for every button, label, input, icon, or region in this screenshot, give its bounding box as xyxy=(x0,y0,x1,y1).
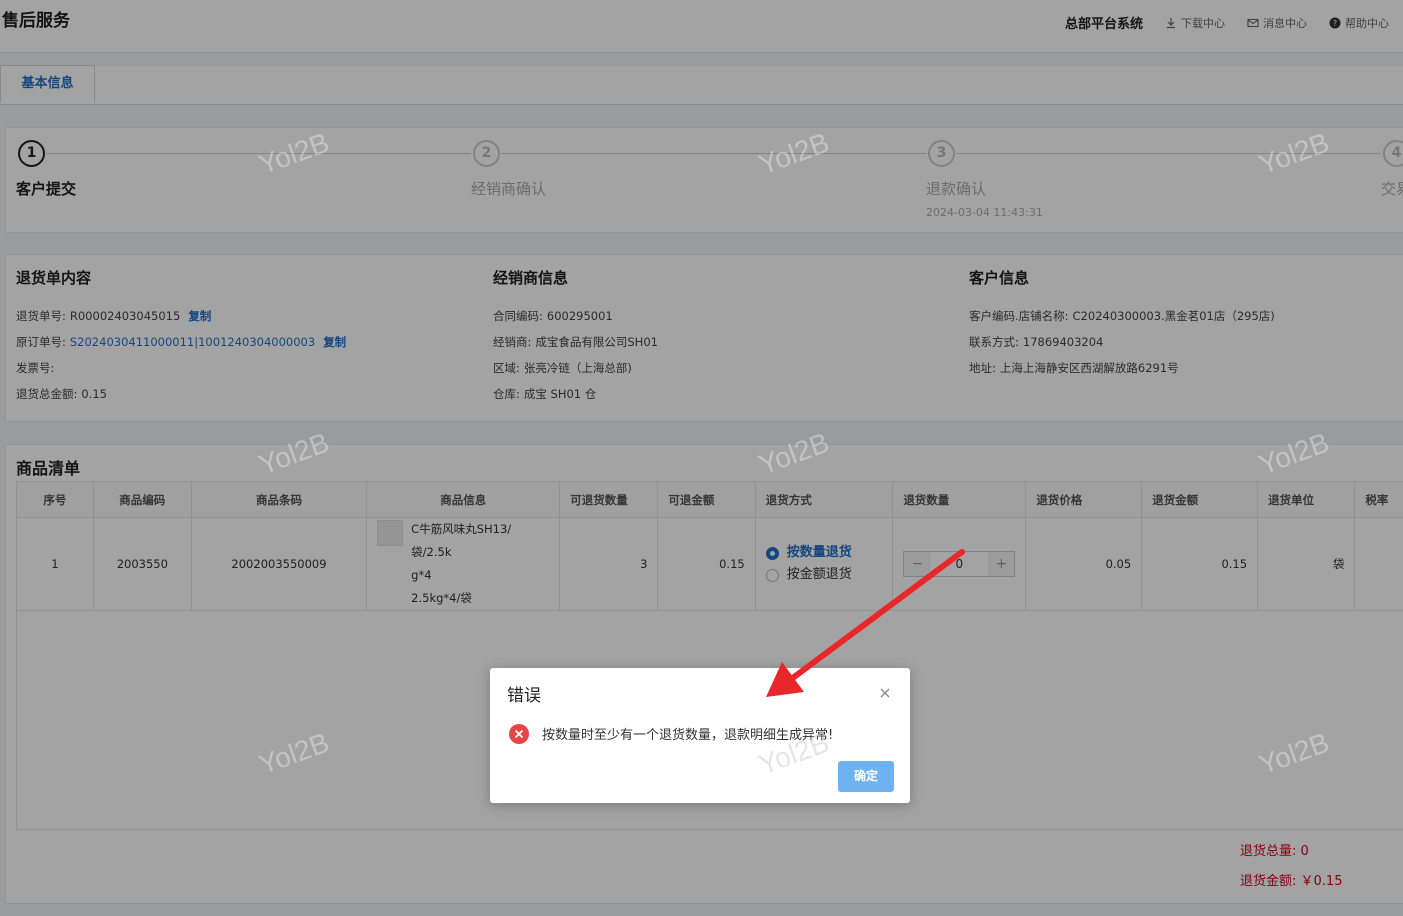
dialog-title: 错误 xyxy=(507,686,541,706)
confirm-button[interactable]: 确定 xyxy=(838,761,894,792)
error-icon xyxy=(509,724,529,744)
dialog-message: 按数量时至少有一个退货数量，退款明细生成异常! xyxy=(542,728,834,743)
error-dialog: 错误 按数量时至少有一个退货数量，退款明细生成异常! Yol2B 确定 xyxy=(490,668,910,803)
close-icon[interactable] xyxy=(878,686,892,700)
